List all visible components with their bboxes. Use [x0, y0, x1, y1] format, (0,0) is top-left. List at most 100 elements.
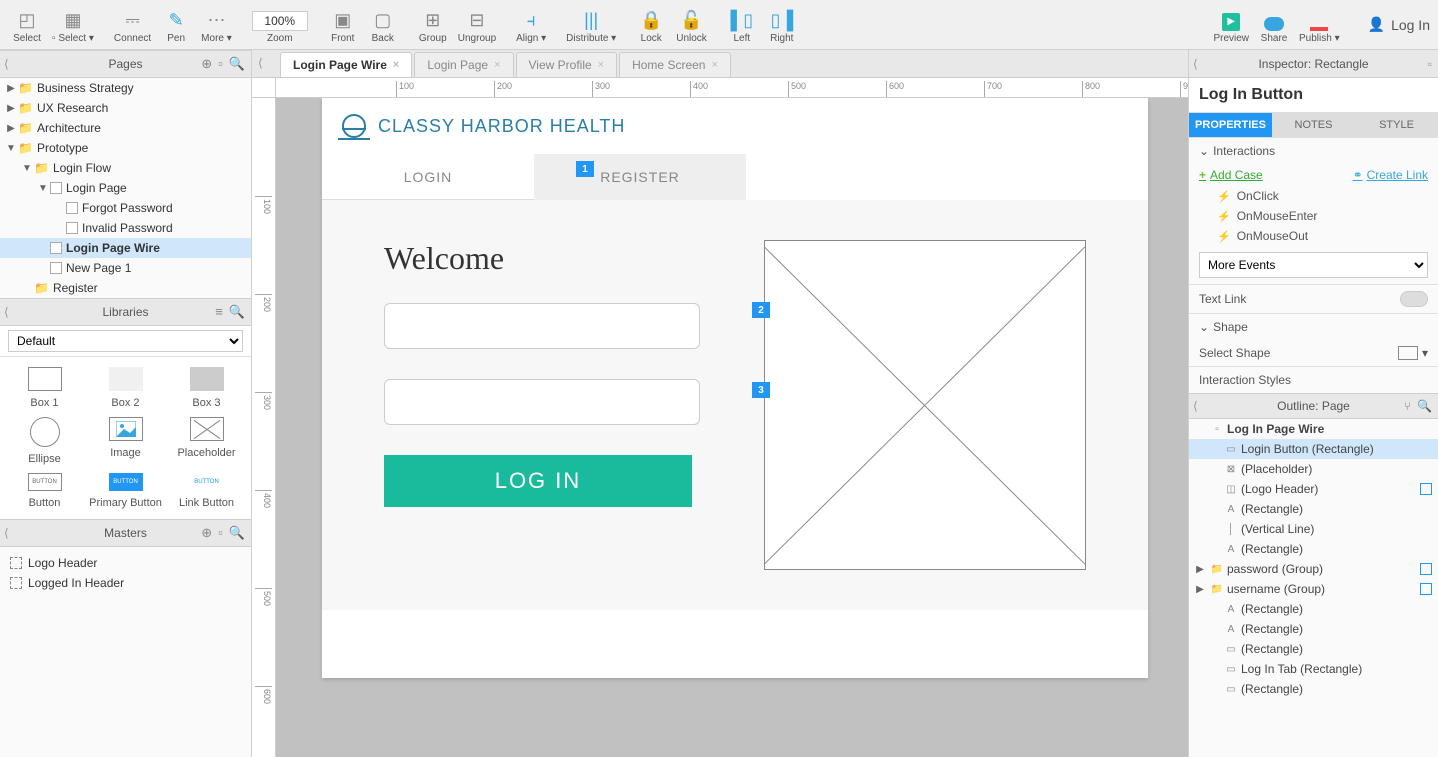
inspector-tab-notes[interactable]: NOTES: [1272, 113, 1355, 137]
pages-tree-item[interactable]: Forgot Password: [0, 198, 251, 218]
pen-tool[interactable]: ✎Pen: [157, 4, 195, 46]
close-tab-icon[interactable]: ×: [393, 59, 399, 71]
more-events-dropdown[interactable]: More Events: [1199, 252, 1428, 278]
image-placeholder[interactable]: [764, 240, 1086, 570]
outline-item[interactable]: A(Rectangle): [1189, 539, 1438, 559]
interaction-event[interactable]: ⚡OnMouseOut: [1189, 226, 1438, 246]
master-item[interactable]: Logged In Header: [0, 573, 251, 593]
library-widget[interactable]: Image: [87, 417, 164, 465]
register-tab[interactable]: REGISTER: [534, 154, 746, 200]
library-widget[interactable]: Box 3: [168, 367, 245, 409]
panel-pin-icon[interactable]: ⟨: [4, 57, 9, 71]
inspector-tab-properties[interactable]: PROPERTIES: [1189, 113, 1272, 137]
artboard[interactable]: CLASSY HARBOR HEALTH LOGIN REGISTER Welc…: [322, 98, 1148, 678]
document-tab[interactable]: Home Screen×: [619, 52, 731, 77]
outline-item[interactable]: │(Vertical Line): [1189, 519, 1438, 539]
note-badge-1[interactable]: 1: [576, 161, 594, 177]
close-tab-icon[interactable]: ×: [711, 59, 717, 71]
interaction-event[interactable]: ⚡OnMouseEnter: [1189, 206, 1438, 226]
outline-item[interactable]: ▭(Rectangle): [1189, 679, 1438, 699]
outline-item[interactable]: ▫Log In Page Wire: [1189, 419, 1438, 439]
library-widget[interactable]: Box 1: [6, 367, 83, 409]
library-widget[interactable]: Placeholder: [168, 417, 245, 465]
library-widget[interactable]: Box 2: [87, 367, 164, 409]
interactions-section-header[interactable]: ⌄Interactions: [1189, 138, 1438, 164]
ungroup-btn[interactable]: ⊟Ungroup: [454, 4, 500, 46]
create-link[interactable]: ⚭Create Link: [1353, 168, 1428, 182]
login-button-widget[interactable]: LOG IN: [384, 455, 692, 507]
select-tool[interactable]: ◰Select: [8, 4, 46, 46]
library-widget[interactable]: BUTTONButton: [6, 473, 83, 509]
lib-menu-icon[interactable]: ≡: [215, 304, 223, 320]
panel-pin-icon[interactable]: ⟨: [4, 305, 9, 319]
dock-right-btn[interactable]: ▯▐Right: [763, 4, 801, 46]
masters-list[interactable]: Logo HeaderLogged In Header: [0, 547, 251, 599]
search-masters-icon[interactable]: 🔍: [229, 525, 245, 541]
document-tab[interactable]: Login Page Wire×: [280, 52, 412, 77]
library-widget[interactable]: Ellipse: [6, 417, 83, 465]
pages-tree-item[interactable]: ▶📁Business Strategy: [0, 78, 251, 98]
pages-tree-item[interactable]: 📁Register: [0, 278, 251, 298]
interaction-event[interactable]: ⚡OnClick: [1189, 186, 1438, 206]
document-tab[interactable]: Login Page×: [414, 52, 513, 77]
add-page-icon[interactable]: ▫: [218, 56, 223, 72]
align-btn[interactable]: ⫞Align ▾: [512, 4, 550, 46]
lock-btn[interactable]: 🔒Lock: [632, 4, 670, 46]
more-tool[interactable]: ⋯More ▾: [197, 4, 236, 46]
close-tab-icon[interactable]: ×: [494, 59, 500, 71]
filter-icon[interactable]: ⑂: [1404, 399, 1411, 413]
library-widget[interactable]: BUTTONPrimary Button: [87, 473, 164, 509]
library-selector[interactable]: Default: [0, 326, 251, 357]
unlock-btn[interactable]: 🔓Unlock: [672, 4, 711, 46]
select-dropdown[interactable]: ▦▫ Select ▾: [48, 4, 98, 46]
login-account-btn[interactable]: 👤Log In: [1368, 16, 1430, 33]
login-tab[interactable]: LOGIN: [322, 154, 534, 200]
add-master-folder-icon[interactable]: ⊕: [201, 525, 212, 541]
pages-tree-item[interactable]: ▶📁Architecture: [0, 118, 251, 138]
add-master-icon[interactable]: ▫: [218, 525, 223, 541]
outline-item[interactable]: ▶📁password (Group): [1189, 559, 1438, 579]
pages-tree-item[interactable]: ▼📁Login Flow: [0, 158, 251, 178]
panel-pin-icon[interactable]: ⟨: [1193, 57, 1198, 71]
bring-front[interactable]: ▣Front: [324, 4, 362, 46]
shape-section-header[interactable]: ⌄Shape: [1189, 314, 1438, 340]
outline-item[interactable]: A(Rectangle): [1189, 599, 1438, 619]
username-input[interactable]: [384, 303, 700, 349]
canvas[interactable]: CLASSY HARBOR HEALTH LOGIN REGISTER Welc…: [276, 98, 1188, 757]
inspector-tab-style[interactable]: STYLE: [1355, 113, 1438, 137]
password-input[interactable]: [384, 379, 700, 425]
document-tab[interactable]: View Profile×: [516, 52, 618, 77]
pages-tree-item[interactable]: ▼Login Page: [0, 178, 251, 198]
dock-left-btn[interactable]: ▌▯Left: [723, 4, 761, 46]
publish-btn[interactable]: Publish ▾: [1295, 4, 1344, 46]
inspector-note-icon[interactable]: ▫: [1428, 57, 1432, 71]
pages-tree-item[interactable]: New Page 1: [0, 258, 251, 278]
preview-btn[interactable]: ▶Preview: [1209, 4, 1253, 46]
note-badge-3[interactable]: 3: [752, 382, 770, 398]
master-item[interactable]: Logo Header: [0, 553, 251, 573]
lib-search-icon[interactable]: 🔍: [229, 304, 245, 320]
outline-item[interactable]: ▭Login Button (Rectangle): [1189, 439, 1438, 459]
pages-tree[interactable]: ▶📁Business Strategy▶📁UX Research▶📁Archit…: [0, 78, 251, 298]
interaction-styles-header[interactable]: Interaction Styles: [1189, 367, 1438, 393]
panel-pin-icon[interactable]: ⟨: [1193, 399, 1198, 413]
panel-pin-icon[interactable]: ⟨: [4, 526, 9, 540]
note-badge-2[interactable]: 2: [752, 302, 770, 318]
text-link-toggle[interactable]: [1400, 291, 1428, 307]
outline-item[interactable]: ⊠(Placeholder): [1189, 459, 1438, 479]
search-pages-icon[interactable]: 🔍: [229, 56, 245, 72]
pages-tree-item[interactable]: Login Page Wire: [0, 238, 251, 258]
distribute-btn[interactable]: |||Distribute ▾: [562, 4, 620, 46]
outline-item[interactable]: ▶📁username (Group): [1189, 579, 1438, 599]
outline-item[interactable]: A(Rectangle): [1189, 619, 1438, 639]
outline-item[interactable]: ◫(Logo Header): [1189, 479, 1438, 499]
add-folder-icon[interactable]: ⊕: [201, 56, 212, 72]
library-dropdown[interactable]: Default: [8, 330, 243, 352]
pages-tree-item[interactable]: Invalid Password: [0, 218, 251, 238]
close-tab-icon[interactable]: ×: [598, 59, 604, 71]
tabs-pin-icon[interactable]: ⟨: [258, 56, 263, 70]
outline-item[interactable]: A(Rectangle): [1189, 499, 1438, 519]
connect-tool[interactable]: ⎓Connect: [110, 4, 155, 46]
share-btn[interactable]: Share: [1255, 4, 1293, 46]
pages-tree-item[interactable]: ▶📁UX Research: [0, 98, 251, 118]
